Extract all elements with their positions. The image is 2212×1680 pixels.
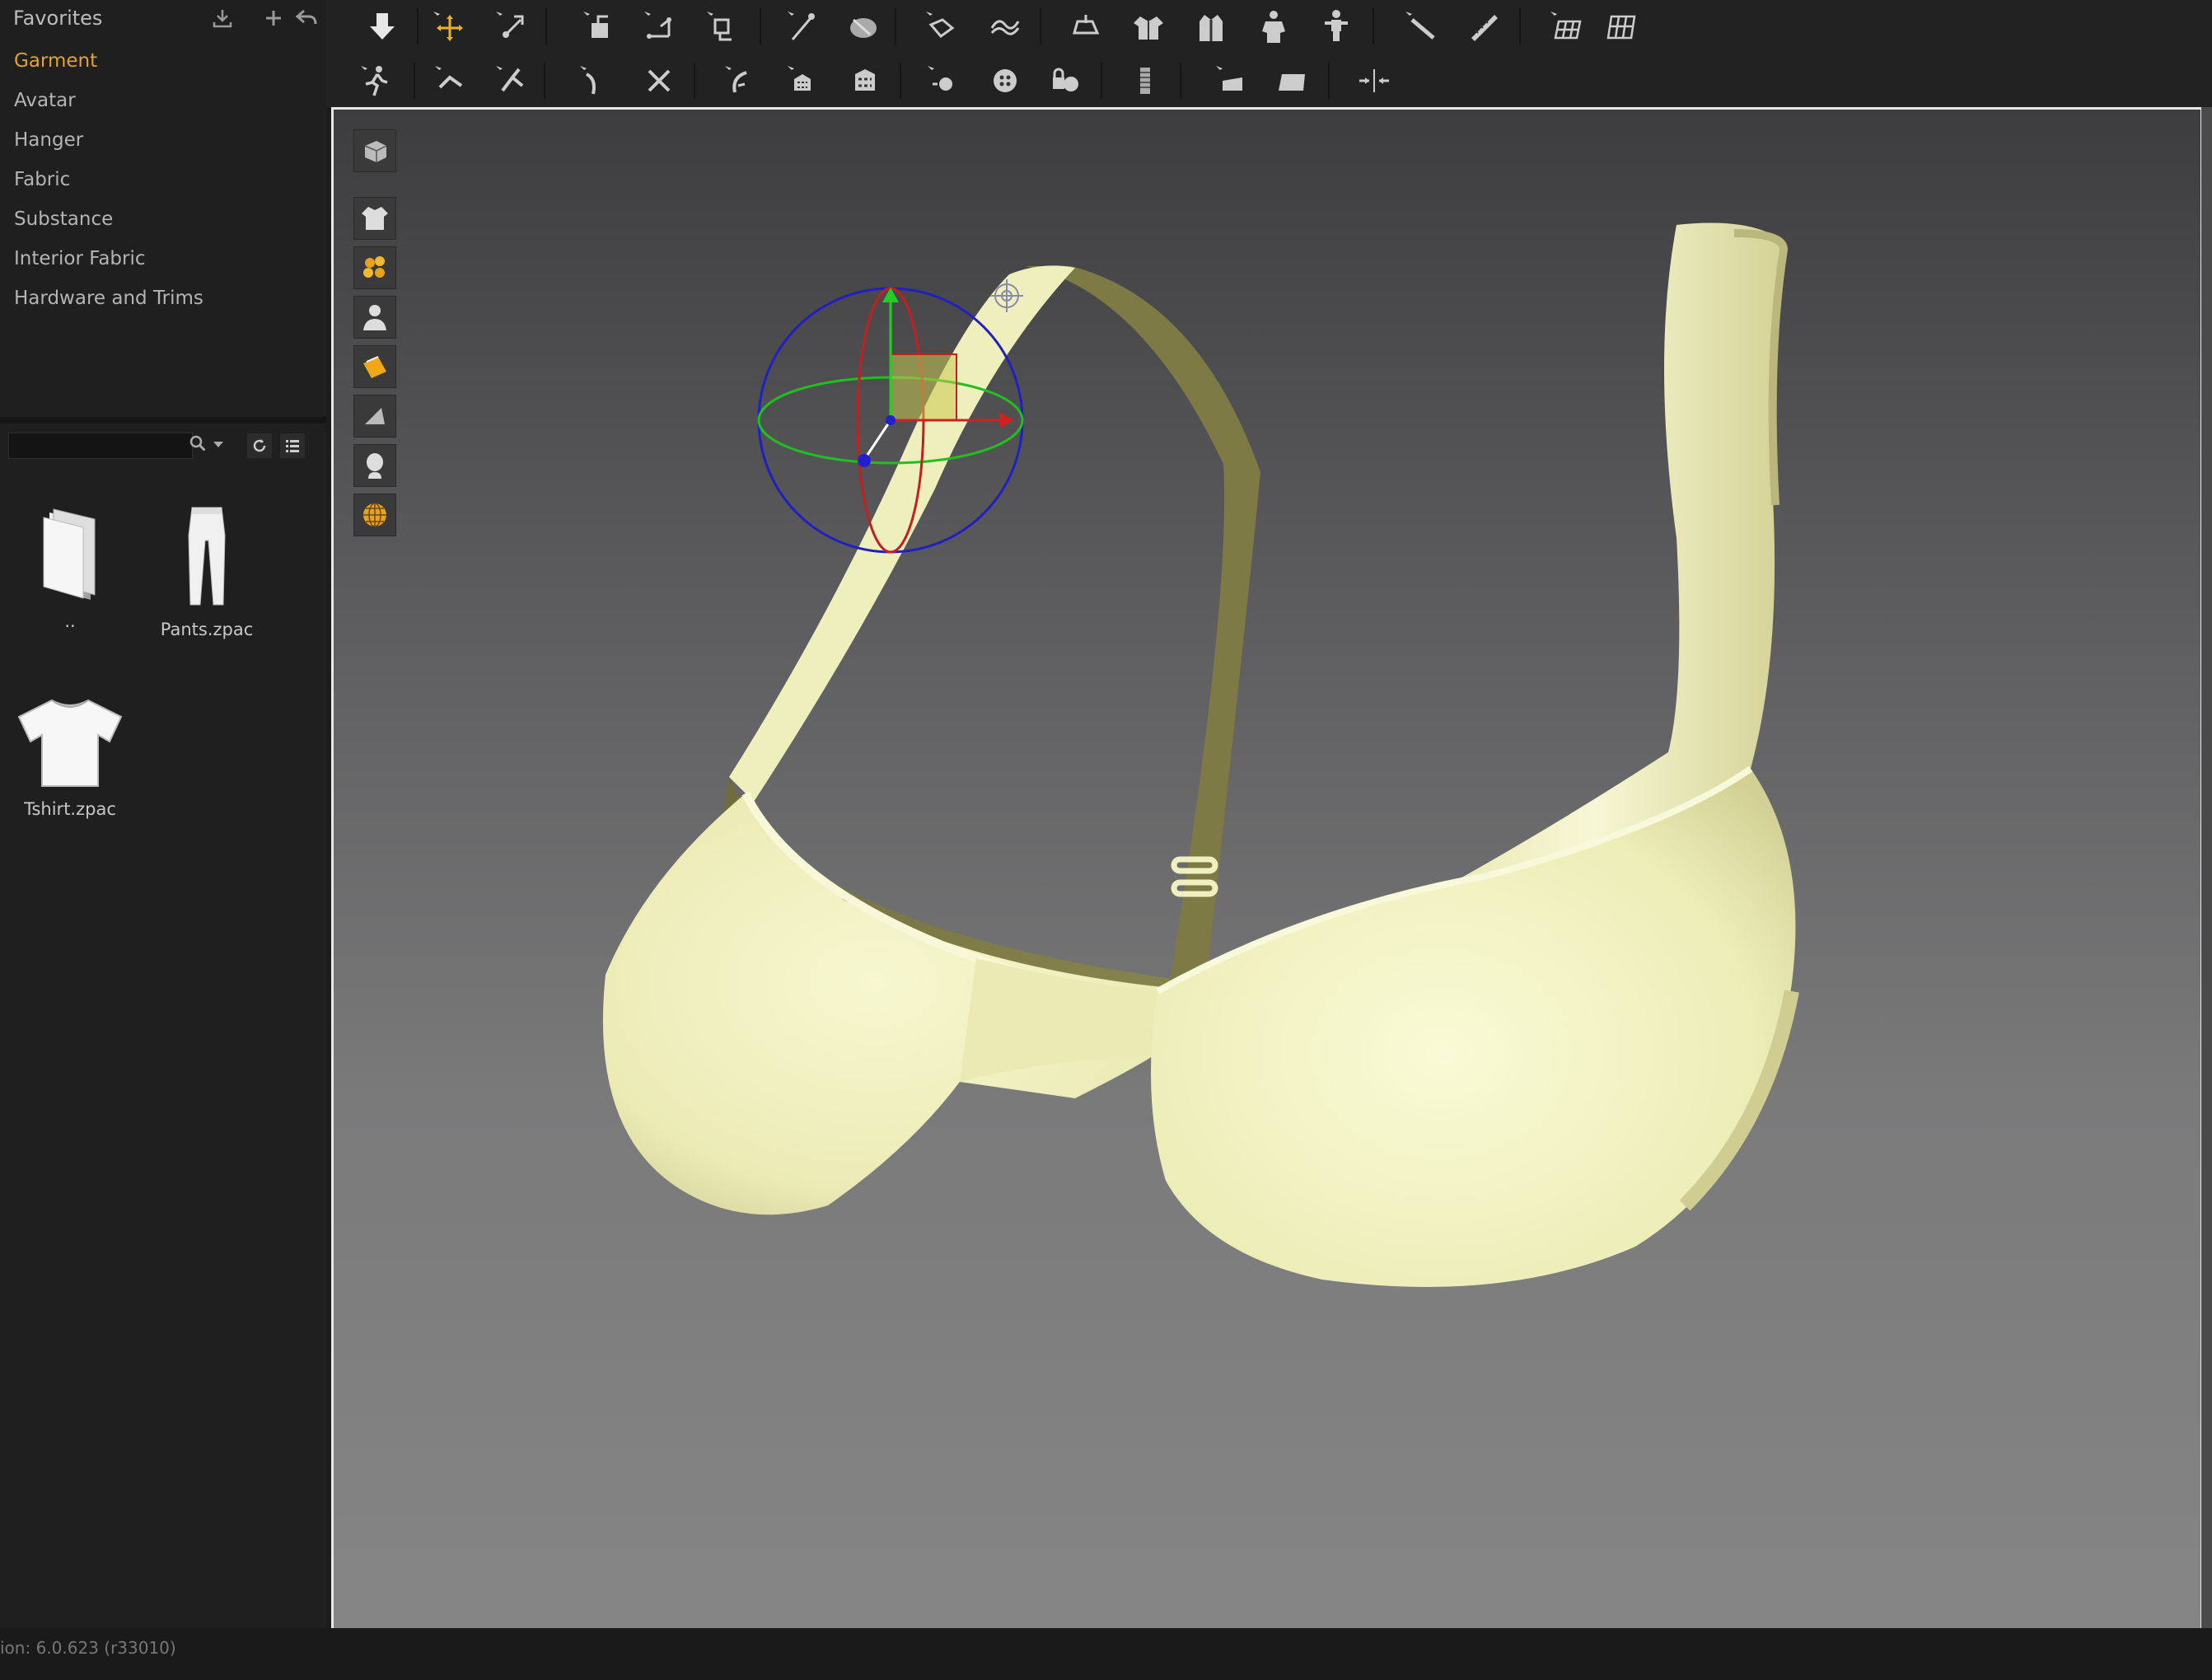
fold-arrangement-icon[interactable] [575, 3, 621, 49]
edit-curve-icon[interactable] [572, 58, 618, 104]
curve-point-icon[interactable] [636, 58, 682, 104]
favorites-header: Favorites [0, 0, 326, 36]
right-panel-edge [2201, 107, 2212, 1628]
file-item-pants[interactable]: Pants.zpac [145, 503, 269, 639]
refresh-button[interactable] [247, 433, 272, 458]
topstitch-icon[interactable] [842, 58, 888, 104]
avatar-pose-icon[interactable] [1313, 3, 1359, 49]
fold-tool-icon[interactable] [636, 3, 682, 49]
pin-tool-icon[interactable] [779, 3, 825, 49]
grid-tool-icon[interactable] [1542, 3, 1588, 49]
chevron-down-icon[interactable] [213, 437, 224, 452]
library-item-interior-fabric[interactable]: Interior Fabric [0, 239, 326, 278]
toolbar-row-2 [326, 54, 2212, 107]
transform-pattern-icon[interactable] [488, 3, 534, 49]
garment-render[interactable] [334, 110, 2200, 1631]
piping-icon[interactable] [1208, 58, 1254, 104]
elastic-icon[interactable] [1269, 58, 1315, 104]
ruler-icon[interactable] [1460, 3, 1506, 49]
version-text: ion: 6.0.623 (r33010) [0, 1638, 176, 1658]
toolbar-row-1 [326, 0, 2212, 53]
library-list: Garment Avatar Hanger Fabric Substance I… [0, 41, 326, 318]
select-mesh-icon[interactable] [918, 3, 964, 49]
library-item-hardware-and-trims[interactable]: Hardware and Trims [0, 278, 326, 318]
edit-sewing-icon[interactable] [488, 58, 534, 104]
library-item-hanger[interactable]: Hanger [0, 120, 326, 160]
add-icon[interactable] [260, 5, 287, 31]
garment-tuck-icon[interactable] [1188, 3, 1234, 49]
folder-icon [43, 508, 96, 600]
edit-pattern-icon[interactable] [427, 58, 473, 104]
library-panel: Favorites Garment Avatar Hanger Fabric S… [0, 0, 326, 1628]
gizmo-plane-handle[interactable] [890, 353, 957, 421]
file-label: Tshirt.zpac [24, 799, 116, 819]
list-view-button[interactable] [280, 433, 305, 458]
file-label: .. [64, 611, 76, 631]
file-item-parent-folder[interactable]: .. [8, 503, 132, 631]
fold-arrange-icon[interactable] [699, 3, 745, 49]
walk-avatar-icon[interactable] [353, 58, 399, 104]
library-item-substance[interactable]: Substance [0, 199, 326, 239]
status-bar: ion: 6.0.623 (r33010) [0, 1628, 2212, 1680]
download-icon[interactable] [209, 5, 236, 31]
main-toolbar [326, 0, 2212, 107]
gizmo-x-arrow[interactable] [999, 412, 1014, 428]
avatar-outfit-icon[interactable] [1251, 3, 1297, 49]
search-input[interactable] [8, 433, 193, 459]
shrink-tool-icon[interactable] [1351, 58, 1397, 104]
gizmo-z-handle[interactable] [858, 454, 871, 467]
list-icon [286, 440, 299, 452]
pants-icon [188, 507, 226, 606]
fabric-tack-icon[interactable] [840, 3, 886, 49]
buttonhole-icon[interactable] [982, 58, 1028, 104]
steam-tool-icon[interactable] [1063, 3, 1109, 49]
search-icon[interactable] [188, 433, 209, 456]
file-item-tshirt[interactable]: Tshirt.zpac [8, 694, 132, 819]
left-strap-inner [1026, 266, 1260, 1012]
browser-search-bar [0, 424, 326, 468]
move-tool-icon[interactable] [425, 3, 471, 49]
gizmo-z-axis[interactable] [863, 419, 892, 461]
refresh-icon [253, 439, 266, 452]
grid-perspective-icon[interactable] [1600, 3, 1646, 49]
gizmo-center[interactable] [886, 415, 896, 425]
lock-button-icon[interactable] [1041, 58, 1087, 104]
tape-measure-icon[interactable] [1397, 3, 1443, 49]
zipper-icon[interactable] [1122, 58, 1168, 104]
right-cup [1151, 769, 1796, 1287]
select-mesh-box-icon[interactable] [982, 3, 1028, 49]
segment-sewing-icon[interactable] [717, 58, 763, 104]
library-item-avatar[interactable]: Avatar [0, 81, 326, 120]
free-sewing-icon[interactable] [779, 58, 825, 104]
panel-divider[interactable] [0, 417, 326, 424]
3d-viewport[interactable] [331, 107, 2203, 1633]
library-item-fabric[interactable]: Fabric [0, 160, 326, 199]
simulate-down-arrow-icon[interactable] [359, 3, 405, 49]
garment-fit-icon[interactable] [1125, 3, 1171, 49]
file-label: Pants.zpac [160, 620, 254, 639]
button-tool-icon[interactable] [919, 58, 966, 104]
favorites-title: Favorites [13, 7, 103, 30]
back-icon[interactable] [293, 5, 320, 31]
library-item-garment[interactable]: Garment [0, 41, 326, 81]
tshirt-icon [17, 699, 123, 787]
